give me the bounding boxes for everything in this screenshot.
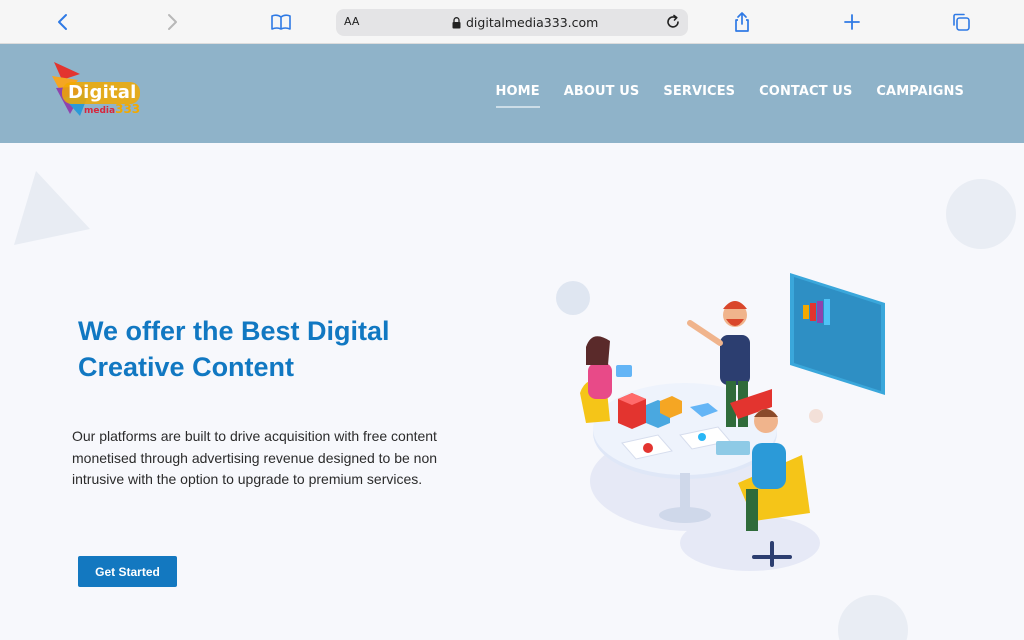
decor-circle-top [946,179,1016,249]
browser-toolbar: AA digitalmedia333.com [0,0,1024,44]
bookmarks-icon[interactable] [269,10,293,34]
logo-word: Digital [68,82,137,103]
text-size-button[interactable]: AA [344,15,359,28]
decor-triangle [14,171,90,245]
new-tab-icon[interactable] [840,10,864,34]
hero-section: We offer the Best Digital Creative Conte… [0,143,1024,640]
reload-icon[interactable] [664,13,682,36]
lock-icon [452,16,461,34]
share-icon[interactable] [730,10,754,34]
main-nav: HOME ABOUT US SERVICES CONTACT US CAMPAI… [495,84,964,108]
hero-title: We offer the Best Digital Creative Conte… [78,316,390,382]
nav-services[interactable]: SERVICES [663,84,735,99]
nav-contact-us[interactable]: CONTACT US [759,84,852,99]
get-started-button[interactable]: Get Started [78,556,177,587]
nav-campaigns[interactable]: CAMPAIGNS [876,84,964,99]
site-header: Digital media333 HOME ABOUT US SERVICES … [0,44,1024,143]
url-text: digitalmedia333.com [466,15,599,30]
team-meeting-illustration [556,273,885,571]
site-logo[interactable]: Digital media333 [50,58,146,120]
back-icon[interactable] [51,10,75,34]
forward-icon[interactable] [160,10,184,34]
hero-description: Our platforms are built to drive acquisi… [72,428,438,487]
nav-about-us[interactable]: ABOUT US [564,84,640,99]
nav-home[interactable]: HOME [495,84,540,108]
decor-circle-bottom [838,595,908,640]
tabs-icon[interactable] [949,10,973,34]
logo-sub: media333 [84,102,141,116]
address-bar[interactable]: AA digitalmedia333.com [336,9,688,36]
